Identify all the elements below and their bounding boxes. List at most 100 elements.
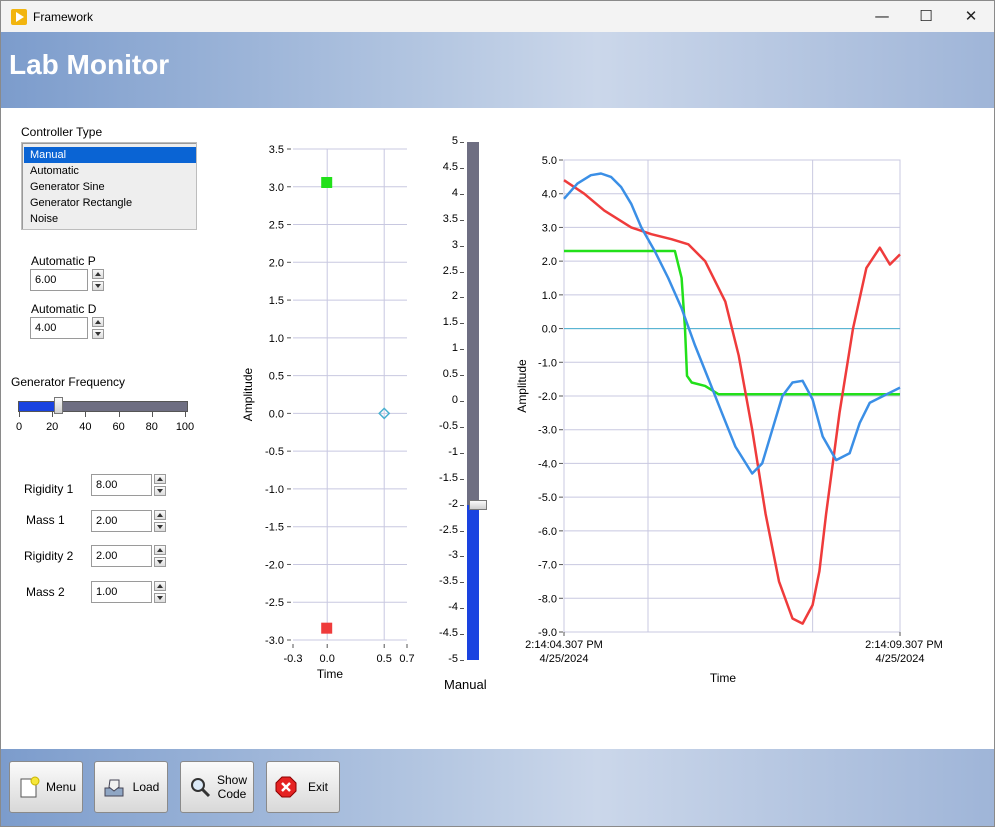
ts-y-tick-label: 0.0: [542, 324, 557, 336]
manual-tick-mark: [460, 245, 464, 247]
ts-y-tick-label: -4.0: [538, 458, 557, 470]
manual-tick-label: -4: [448, 601, 458, 614]
automatic-d-field[interactable]: 4.00: [30, 317, 88, 339]
rigidity-1-label: Rigidity 1: [24, 482, 74, 496]
controller-type-item[interactable]: Manual: [24, 147, 196, 163]
frequency-tick-mark: [52, 412, 54, 417]
manual-tick-mark: [460, 401, 464, 402]
rigidity-2-field[interactable]: 2.00: [91, 545, 152, 567]
frequency-tick-mark: [118, 412, 120, 417]
controller-type-listbox[interactable]: Manual Automatic Generator Sine Generato…: [21, 142, 197, 230]
frequency-tick-mark: [19, 412, 20, 417]
menu-button[interactable]: Menu: [9, 761, 83, 813]
manual-tick-label: -2.5: [439, 523, 458, 536]
mass-2-field[interactable]: 1.00: [91, 581, 152, 603]
manual-tick-label: 3: [451, 238, 458, 251]
manual-tick-label: 0: [451, 394, 458, 406]
manual-tick-mark: [460, 375, 464, 377]
ts-y-tick-label: 3.0: [542, 222, 557, 234]
manual-tick-mark: [460, 271, 464, 273]
ts-y-tick-label: -5.0: [538, 492, 557, 504]
maximize-button[interactable]: ☐: [903, 1, 949, 32]
mass-1-decrement[interactable]: [154, 522, 166, 532]
manual-tick-mark: [460, 219, 464, 221]
automatic-p-field[interactable]: 6.00: [30, 269, 88, 291]
manual-tick-mark: [460, 452, 464, 454]
ts-y-tick-label: 2.0: [542, 256, 557, 268]
close-window-button[interactable]: ✕: [948, 1, 994, 32]
manual-tick-mark: [460, 167, 464, 169]
manual-tick-label: 4: [451, 186, 458, 199]
load-button-label: Load: [132, 780, 160, 794]
mass-1-field[interactable]: 2.00: [91, 510, 152, 532]
show-code-button-label: Show Code: [216, 773, 248, 801]
xy-y-tick-label: -0.5: [265, 446, 284, 458]
controller-type-item[interactable]: Generator Rectangle: [24, 195, 196, 211]
manual-tick-mark: [460, 426, 464, 428]
xy-y-tick-label: 3.0: [269, 182, 284, 194]
xy-y-tick-label: 3.5: [269, 144, 284, 156]
ts-x-end-date-label: 4/25/2024: [876, 653, 925, 665]
rigidity-2-increment[interactable]: [154, 545, 166, 555]
manual-tick-label: 3.5: [442, 212, 458, 225]
xy-y-tick-label: 0.5: [269, 371, 284, 383]
generator-frequency-label: Generator Frequency: [11, 375, 126, 389]
generator-frequency-slider[interactable]: [18, 397, 188, 414]
manual-tick-mark: [460, 349, 464, 351]
rigidity-1-field[interactable]: 8.00: [91, 474, 152, 496]
xy-y-tick-label: 1.5: [269, 295, 284, 307]
rigidity-1-increment[interactable]: [154, 474, 166, 484]
mass-1-increment[interactable]: [154, 510, 166, 520]
mass-1-label: Mass 1: [26, 513, 65, 527]
manual-tick-mark: [460, 634, 464, 636]
manual-tick-mark: [460, 582, 464, 584]
controller-type-item[interactable]: Generator Sine: [24, 179, 196, 195]
frequency-tick-label: 80: [145, 421, 158, 433]
manual-tick-mark: [460, 193, 464, 195]
generator-frequency-thumb[interactable]: [53, 397, 63, 414]
mass-2-increment[interactable]: [154, 581, 166, 591]
frequency-tick-label: 100: [175, 421, 195, 433]
manual-tick-label: -3.5: [439, 575, 458, 588]
controller-type-item[interactable]: Noise: [24, 211, 196, 227]
manual-slider-thumb[interactable]: [469, 499, 487, 510]
frequency-tick-mark: [85, 412, 87, 417]
manual-tick-mark: [460, 608, 464, 610]
ts-x-end-time-label: 2:14:09.307 PM: [865, 639, 943, 651]
manual-tick-mark: [460, 142, 464, 143]
manual-tick-label: 1: [451, 342, 458, 355]
ts-y-tick-label: 5.0: [542, 155, 557, 167]
window-title: Framework: [33, 10, 94, 24]
rigidity-1-decrement[interactable]: [154, 486, 166, 496]
manual-slider[interactable]: [467, 142, 487, 660]
automatic-p-label: Automatic P: [31, 254, 96, 268]
mass-2-decrement[interactable]: [154, 593, 166, 603]
automatic-p-decrement[interactable]: [92, 281, 104, 291]
automatic-p-increment[interactable]: [92, 269, 104, 279]
automatic-d-increment[interactable]: [92, 317, 104, 327]
page-title: Lab Monitor: [9, 49, 170, 80]
xy-amplitude-chart: 3.5 3.0 2.5 2.0 1.5 1.0 0.5 0.0 -0.5 -1.0 -1.5 -2.0…: [241, 144, 415, 681]
controller-type-label: Controller Type: [21, 125, 103, 139]
rigidity-2-decrement[interactable]: [154, 557, 166, 567]
xy-x-tick-label: 0.7: [399, 653, 414, 665]
automatic-d-decrement[interactable]: [92, 329, 104, 339]
mass-2-label: Mass 2: [26, 585, 65, 599]
minimize-button[interactable]: —: [859, 1, 905, 32]
manual-tick-mark: [460, 504, 464, 506]
xy-y-tick-label: 2.5: [269, 220, 284, 232]
header-banner: Lab Monitor: [1, 32, 994, 108]
manual-slider-fill: [467, 504, 479, 660]
load-button[interactable]: Load: [94, 761, 168, 813]
frequency-tick-mark: [185, 412, 186, 417]
exit-button-label: Exit: [307, 780, 328, 794]
manual-tick-label: -2: [448, 497, 458, 510]
manual-tick-label: -5: [448, 653, 458, 665]
manual-tick-label: 4.5: [442, 160, 458, 173]
controller-type-item[interactable]: Automatic: [24, 163, 196, 179]
ts-y-tick-label: -6.0: [538, 526, 557, 538]
show-code-button[interactable]: Show Code: [180, 761, 254, 813]
load-icon: [104, 779, 124, 797]
exit-button[interactable]: Exit: [266, 761, 340, 813]
manual-tick-label: 2.5: [442, 264, 458, 277]
